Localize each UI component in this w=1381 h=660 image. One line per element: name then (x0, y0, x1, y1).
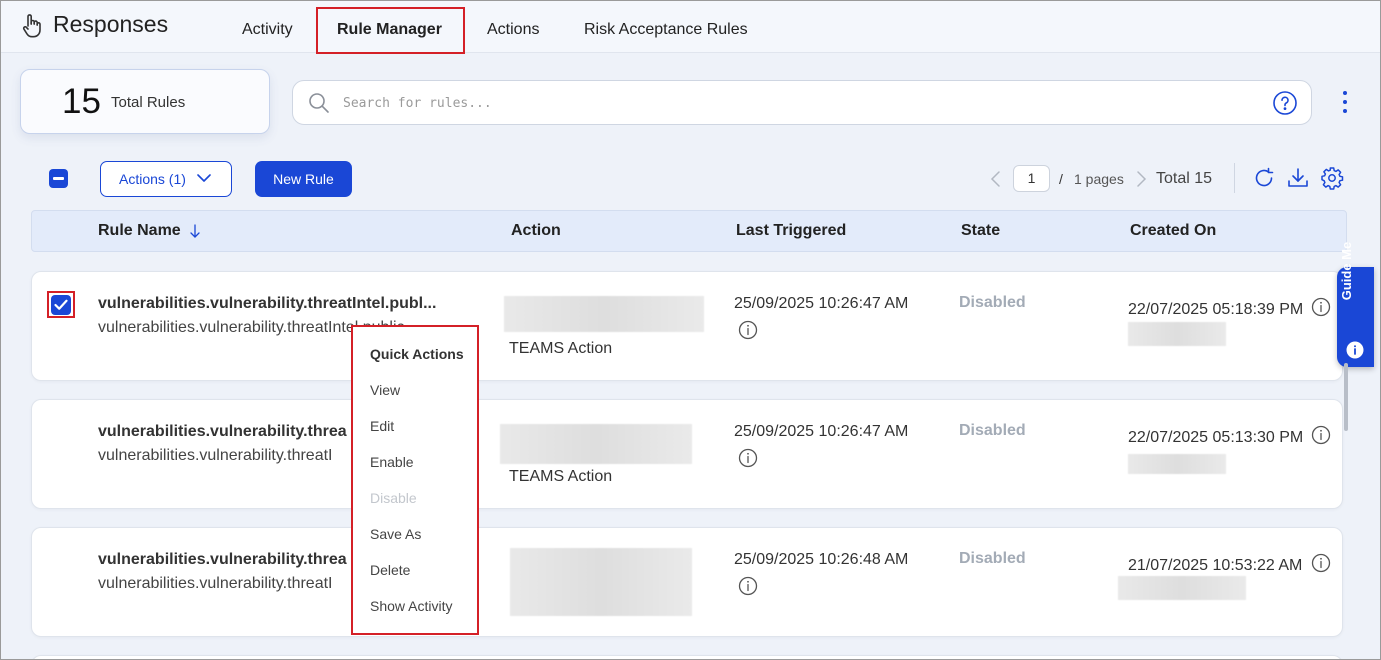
rule-last-triggered: 25/09/2025 10:26:48 AM (734, 551, 909, 568)
info-icon[interactable] (738, 576, 758, 596)
total-rules-card: 15 Total Rules (20, 69, 270, 134)
rule-subtitle: vulnerabilities.vulnerability.threatI (98, 575, 333, 592)
info-icon[interactable] (1311, 297, 1331, 317)
table-header: Rule Name Action Last Triggered State Cr… (31, 210, 1347, 252)
rule-subtitle: vulnerabilities.vulnerability.threatI (98, 447, 333, 464)
info-icon (1346, 341, 1364, 359)
help-circle-icon[interactable] (1272, 90, 1298, 116)
rule-name[interactable]: vulnerabilities.vulnerability.threa (98, 551, 353, 569)
tab-activity[interactable]: Activity (242, 21, 293, 39)
actions-dropdown-label: Actions (1) (119, 171, 186, 187)
vertical-scrollbar[interactable] (1344, 363, 1348, 431)
search-input[interactable] (343, 91, 1243, 115)
kebab-menu-icon[interactable] (1337, 89, 1353, 115)
checkbox-checked-icon (54, 299, 68, 310)
chevron-down-icon (197, 174, 211, 182)
redacted-created-by (1128, 454, 1226, 474)
redacted-action (500, 424, 692, 464)
toolbar-divider (1234, 163, 1235, 193)
redacted-action (504, 296, 704, 332)
total-rules-count: 15 (62, 82, 101, 121)
rule-created-on: 21/07/2025 10:53:22 AM (1128, 557, 1303, 574)
tab-risk-acceptance-rules[interactable]: Risk Acceptance Rules (584, 21, 748, 39)
rule-state: Disabled (959, 550, 1026, 567)
rule-created-on: 22/07/2025 05:13:30 PM (1128, 429, 1304, 446)
menu-item-view[interactable]: View (370, 382, 400, 398)
rule-state: Disabled (959, 294, 1026, 311)
hand-pointer-icon (22, 14, 41, 38)
app-window: Responses Activity Rule Manager Actions … (0, 0, 1381, 660)
info-icon[interactable] (738, 320, 758, 340)
menu-item-enable[interactable]: Enable (370, 454, 414, 470)
quick-actions-menu: Quick Actions View Edit Enable Disable S… (351, 325, 479, 635)
chevron-left-icon[interactable] (989, 169, 1003, 189)
rule-created-on: 22/07/2025 05:18:39 PM (1128, 301, 1304, 318)
select-all-checkbox[interactable] (49, 169, 68, 188)
column-action: Action (511, 222, 561, 239)
refresh-icon[interactable] (1252, 166, 1276, 190)
chevron-right-icon[interactable] (1134, 169, 1148, 189)
sort-down-icon[interactable] (189, 223, 201, 239)
info-icon[interactable] (1311, 425, 1331, 445)
info-icon[interactable] (1311, 553, 1331, 573)
info-icon[interactable] (738, 448, 758, 468)
page-count: 1 pages (1074, 171, 1124, 187)
top-bar: Responses Activity Rule Manager Actions … (1, 1, 1380, 54)
column-state: State (961, 222, 1001, 239)
actions-dropdown-button[interactable]: Actions (1) (100, 161, 232, 197)
table-row[interactable]: vulnerabilities.vulnerability.threatInte… (31, 271, 1343, 381)
menu-item-show-activity[interactable]: Show Activity (370, 598, 452, 614)
column-created-on: Created On (1130, 222, 1217, 239)
page-separator: / (1059, 171, 1063, 187)
redacted-created-by (1128, 322, 1226, 346)
rule-last-triggered: 25/09/2025 10:26:47 AM (734, 423, 909, 440)
rule-name[interactable]: vulnerabilities.vulnerability.threa (98, 423, 353, 441)
download-icon[interactable] (1286, 166, 1310, 190)
menu-item-disable: Disable (370, 490, 417, 506)
rule-last-triggered: 25/09/2025 10:26:47 AM (734, 295, 909, 312)
menu-item-edit[interactable]: Edit (370, 418, 394, 434)
total-count: Total 15 (1156, 170, 1213, 187)
tab-actions[interactable]: Actions (487, 21, 539, 39)
rule-action: TEAMS Action (509, 468, 613, 485)
menu-item-delete[interactable]: Delete (370, 562, 410, 578)
redacted-action (510, 548, 692, 616)
settings-gear-icon[interactable] (1320, 166, 1344, 190)
menu-item-save-as[interactable]: Save As (370, 526, 421, 542)
tab-rule-manager[interactable]: Rule Manager (337, 21, 442, 39)
table-row[interactable]: vulnerabilities.vulnerability.threa vuln… (31, 527, 1343, 637)
page-number-input[interactable]: 1 (1013, 165, 1050, 192)
redacted-created-by (1118, 576, 1246, 600)
page-title: Responses (53, 11, 169, 37)
table-row[interactable] (31, 655, 1343, 659)
guide-me-label: Guide Me (1339, 241, 1354, 301)
column-rule-name[interactable]: Rule Name (98, 222, 181, 240)
quick-actions-title: Quick Actions (370, 346, 464, 362)
total-rules-label: Total Rules (111, 94, 186, 111)
search-icon (309, 93, 329, 113)
row-checkbox[interactable] (51, 295, 71, 315)
column-last-triggered: Last Triggered (736, 222, 847, 239)
table-row[interactable]: vulnerabilities.vulnerability.threa vuln… (31, 399, 1343, 509)
search-bar (292, 80, 1312, 125)
rule-name[interactable]: vulnerabilities.vulnerability.threatInte… (98, 295, 458, 313)
new-rule-button[interactable]: New Rule (255, 161, 352, 197)
rule-state: Disabled (959, 422, 1026, 439)
guide-me-button[interactable]: Guide Me (1337, 242, 1374, 367)
rule-action: TEAMS Action (509, 340, 613, 357)
